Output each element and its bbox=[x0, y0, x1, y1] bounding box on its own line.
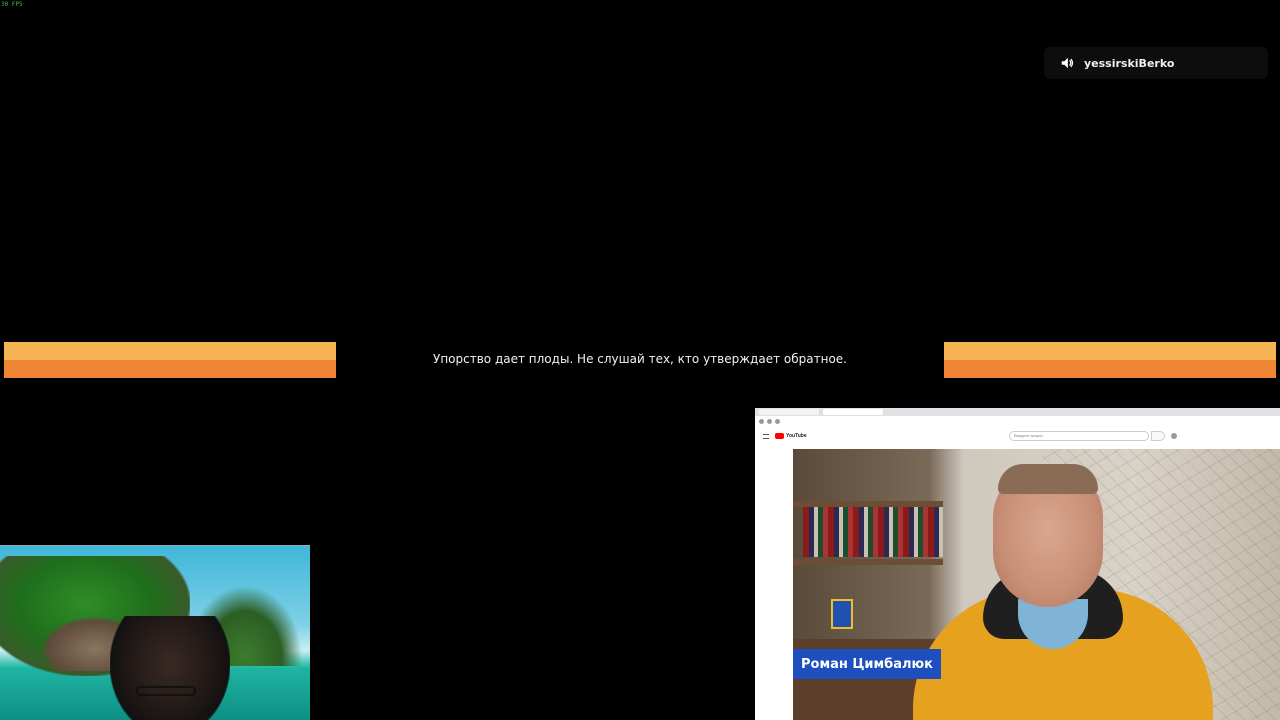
browser-tabstrip bbox=[755, 408, 1280, 416]
youtube-logo-icon[interactable] bbox=[775, 433, 784, 439]
bookshelf-shelf bbox=[793, 559, 943, 565]
caption-bar-right bbox=[944, 342, 1276, 378]
webcam-overlay bbox=[0, 545, 310, 720]
speaker-username: yessirskiBerko bbox=[1084, 56, 1175, 70]
bookshelf-books bbox=[803, 507, 943, 557]
back-icon[interactable] bbox=[759, 418, 764, 424]
speaker-icon bbox=[1061, 57, 1074, 69]
caption-bar-left-top bbox=[4, 342, 336, 360]
hamburger-menu-icon[interactable] bbox=[763, 433, 769, 439]
presenter-hair bbox=[998, 464, 1098, 494]
caption-bar-left-bottom bbox=[4, 360, 336, 378]
streamer-glasses bbox=[136, 686, 196, 696]
presenter-name: Роман Цимбалюк bbox=[801, 656, 933, 672]
browser-window[interactable]: YouTube Введите запрос Роман Цимбалюк bbox=[755, 408, 1280, 720]
caption-bar-right-top bbox=[944, 342, 1276, 360]
browser-address-bar[interactable] bbox=[755, 416, 1280, 426]
caption-bar-left bbox=[4, 342, 336, 378]
browser-tab[interactable] bbox=[759, 409, 819, 415]
caption-bar-right-bottom bbox=[944, 360, 1276, 378]
presenter-name-plate: Роман Цимбалюк bbox=[793, 649, 941, 679]
search-icon[interactable] bbox=[1151, 431, 1165, 441]
browser-tab-active[interactable] bbox=[823, 409, 883, 415]
youtube-search-input[interactable]: Введите запрос bbox=[1009, 431, 1149, 441]
reload-icon[interactable] bbox=[775, 418, 780, 424]
streamer-silhouette bbox=[110, 616, 230, 720]
caption-text: Упорство дает плоды. Не слушай тех, кто … bbox=[433, 352, 847, 366]
youtube-header: YouTube Введите запрос bbox=[755, 426, 1280, 446]
active-speaker-pill: yessirskiBerko bbox=[1044, 47, 1268, 79]
trident-emblem bbox=[831, 599, 853, 629]
video-player[interactable] bbox=[793, 449, 1280, 720]
forward-icon[interactable] bbox=[767, 418, 772, 424]
youtube-brand[interactable]: YouTube bbox=[786, 433, 807, 439]
fps-counter: 30 FPS bbox=[1, 1, 23, 8]
mic-icon[interactable] bbox=[1171, 433, 1177, 439]
